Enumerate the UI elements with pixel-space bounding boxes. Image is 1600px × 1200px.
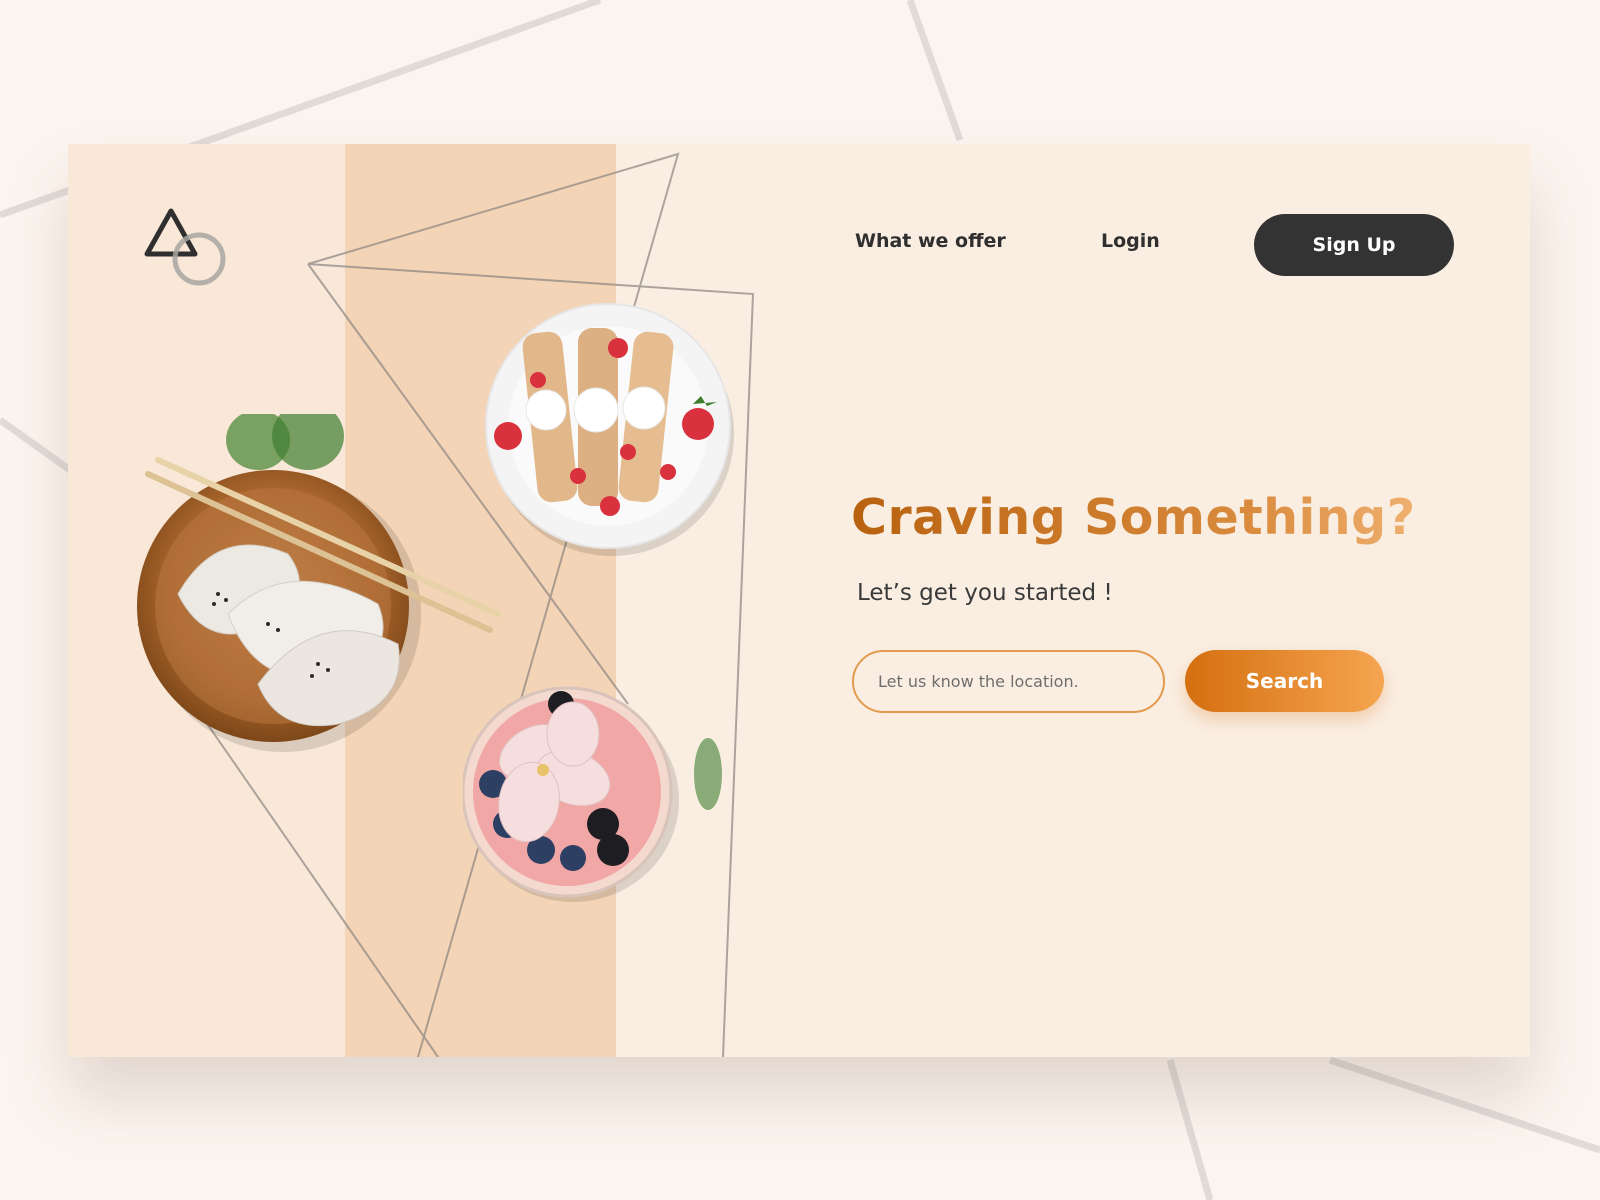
strawberry-crepes-plate-image	[485, 303, 734, 556]
landing-card: What we offer Login Sign Up Craving Some…	[68, 144, 1530, 1057]
sign-up-button[interactable]: Sign Up	[1254, 214, 1454, 276]
smoothie-bowl-image	[463, 686, 722, 902]
top-navigation: What we offer Login Sign Up	[68, 214, 1530, 276]
location-search-input[interactable]	[852, 650, 1165, 713]
hero-headline: Craving Something?	[851, 489, 1416, 546]
hero-subtitle: Let’s get you started !	[857, 580, 1113, 606]
search-button[interactable]: Search	[1185, 650, 1384, 712]
nav-login-link[interactable]: Login	[1101, 230, 1160, 252]
nav-what-we-offer-link[interactable]: What we offer	[855, 230, 1006, 252]
